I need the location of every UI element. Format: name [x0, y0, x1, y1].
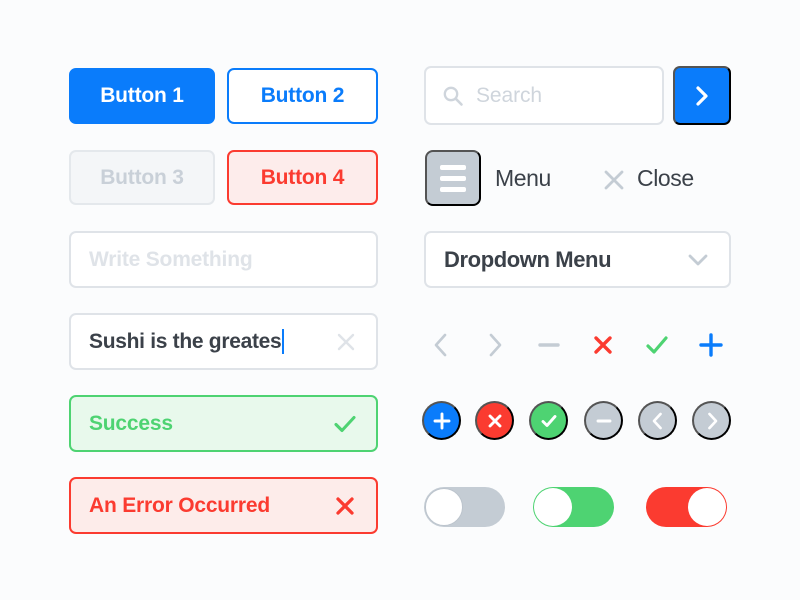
text-input-value: Sushi is the greates [89, 329, 282, 353]
alert-success-icon [332, 411, 358, 437]
close-icon [594, 336, 612, 354]
alert-success-message: Success [89, 411, 173, 435]
plus-circle-button[interactable] [422, 401, 461, 440]
chevron-right-icon [707, 412, 717, 429]
close-label[interactable]: Close [637, 165, 694, 192]
plus-icon [433, 412, 450, 429]
toggle-knob [425, 488, 463, 526]
button-danger[interactable]: Button 4 [227, 150, 378, 205]
icon-prev-button[interactable] [427, 328, 455, 362]
text-cursor [282, 329, 285, 354]
alert-error: An Error Occurred [69, 477, 378, 534]
icon-close-button[interactable] [589, 328, 617, 362]
minus-icon [538, 343, 560, 347]
minus-circle-button[interactable] [584, 401, 623, 440]
text-input-empty[interactable]: Write Something [69, 231, 378, 288]
toggle-knob [688, 488, 726, 526]
close-button[interactable] [600, 166, 628, 194]
icon-next-button[interactable] [481, 328, 509, 362]
check-icon [646, 336, 668, 354]
button-disabled: Button 3 [69, 150, 215, 205]
hamburger-bar [440, 164, 466, 170]
close-icon [336, 496, 354, 515]
search-submit-button[interactable] [673, 66, 731, 125]
icon-minus-button[interactable] [535, 328, 563, 362]
next-circle-button[interactable] [692, 401, 731, 440]
toggle-default[interactable] [424, 487, 505, 527]
plus-icon [699, 333, 723, 357]
chevron-right-icon [489, 333, 502, 357]
dropdown-menu[interactable]: Dropdown Menu [424, 231, 731, 288]
button-outline-label: Button 2 [260, 84, 345, 107]
text-input-filled[interactable]: Sushi is the greates [69, 313, 378, 370]
menu-label[interactable]: Menu [495, 165, 551, 192]
minus-icon [596, 419, 611, 422]
alert-error-dismiss-button[interactable] [332, 493, 358, 519]
toggle-knob [534, 488, 572, 526]
button-danger-label: Button 4 [260, 165, 345, 189]
button-primary-label: Button 1 [100, 84, 184, 107]
chevron-right-icon [696, 85, 708, 106]
close-circle-button[interactable] [475, 401, 514, 440]
ui-kit-canvas: Button 1 Button 2 Button 3 Button 4 Writ… [0, 0, 800, 600]
dropdown-caret [685, 247, 711, 273]
check-icon [541, 414, 556, 427]
button-primary[interactable]: Button 1 [69, 68, 215, 124]
icon-check-button[interactable] [643, 328, 671, 362]
chevron-left-icon [652, 412, 662, 429]
check-circle-button[interactable] [529, 401, 568, 440]
toggle-success[interactable] [533, 487, 614, 527]
check-icon [334, 415, 356, 432]
chevron-down-icon [688, 254, 708, 265]
button-disabled-label: Button 3 [100, 165, 184, 189]
dropdown-selected-value: Dropdown Menu [444, 246, 612, 272]
icon-plus-button[interactable] [697, 328, 725, 362]
close-icon [604, 170, 624, 190]
toggle-danger[interactable] [646, 487, 727, 527]
prev-circle-button[interactable] [638, 401, 677, 440]
button-outline[interactable]: Button 2 [227, 68, 378, 124]
search-input[interactable]: Search [424, 66, 664, 125]
search-icon [443, 86, 463, 106]
chevron-left-icon [434, 333, 447, 357]
clear-input-button[interactable] [334, 330, 358, 354]
alert-success: Success [69, 395, 378, 452]
alert-error-message: An Error Occurred [89, 493, 270, 517]
hamburger-bar [440, 175, 466, 181]
search-placeholder-text: Search [476, 83, 542, 107]
hamburger-bar [440, 186, 466, 192]
close-icon [488, 414, 501, 427]
close-icon [337, 333, 355, 350]
text-input-placeholder: Write Something [89, 247, 253, 271]
hamburger-menu-button[interactable] [425, 150, 481, 206]
